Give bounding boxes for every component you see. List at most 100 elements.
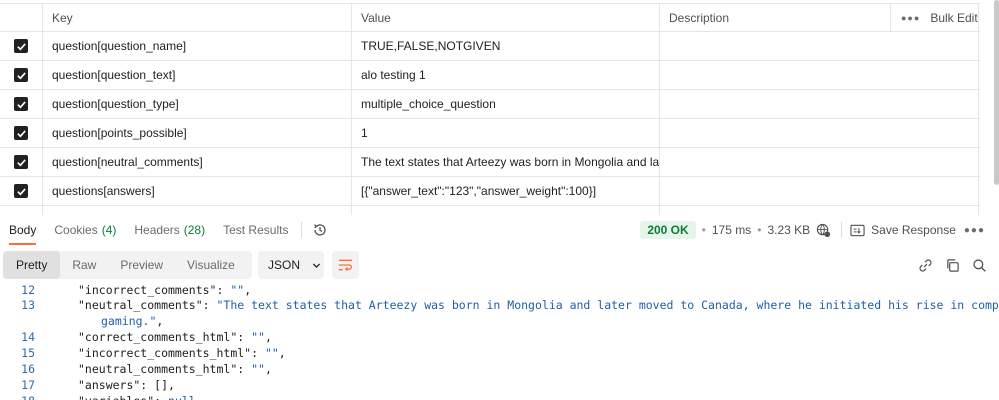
- param-row: question[question_name] TRUE,FALSE,NOTGI…: [0, 32, 980, 61]
- header-description: Description ●●● Bulk Edit: [659, 4, 979, 31]
- tab-body[interactable]: Body: [0, 215, 45, 245]
- tab-headers-count: (28): [183, 223, 206, 237]
- param-key[interactable]: question[question_name]: [42, 32, 351, 60]
- tab-headers[interactable]: Headers (28): [125, 215, 214, 245]
- code-line: 12 "incorrect_comments": "",: [0, 282, 999, 298]
- json-key: "neutral_comments":: [78, 298, 217, 312]
- checkbox-checked-icon[interactable]: [14, 68, 28, 82]
- tab-cookies-count: (4): [101, 223, 117, 237]
- language-select[interactable]: JSON: [258, 251, 324, 279]
- param-row: question[neutral_comments] The text stat…: [0, 148, 980, 177]
- param-description[interactable]: [659, 90, 979, 118]
- more-options-icon[interactable]: ●●●: [964, 225, 985, 236]
- code-text: "variables": null: [78, 394, 196, 400]
- param-row: question[question_text] alo testing 1: [0, 61, 980, 90]
- tab-cookies-label: Cookies: [54, 223, 98, 237]
- response-body-code[interactable]: 12 "incorrect_comments": "", 13 "neutral…: [0, 282, 999, 400]
- tab-cookies[interactable]: Cookies (4): [45, 215, 125, 245]
- param-description[interactable]: [659, 119, 979, 147]
- code-line: 14 "correct_comments_html": "",: [0, 329, 999, 345]
- json-punct: ,: [244, 283, 252, 297]
- format-visualize[interactable]: Visualize: [175, 251, 247, 279]
- code-line: 15 "incorrect_comments_html": "",: [0, 345, 999, 361]
- header-value: Value: [351, 4, 659, 31]
- copy-icon[interactable]: [945, 258, 960, 273]
- separator-dot: •: [757, 223, 762, 237]
- param-value[interactable]: multiple_choice_question: [351, 90, 659, 118]
- vertical-scrollbar[interactable]: [994, 0, 999, 185]
- code-line: 18 "variables": null: [0, 393, 999, 400]
- line-number: 16: [21, 362, 35, 376]
- checkbox-checked-icon[interactable]: [14, 126, 28, 140]
- response-size[interactable]: 3.23 KB: [767, 223, 810, 237]
- param-checkbox-cell: [0, 177, 42, 205]
- tab-test-results[interactable]: Test Results: [214, 215, 297, 245]
- code-text: "neutral_comments_html": "",: [78, 362, 272, 376]
- checkbox-checked-icon[interactable]: [14, 155, 28, 169]
- param-value[interactable]: alo testing 1: [351, 61, 659, 89]
- response-status-group: 200 OK • 175 ms • 3.23 KB Save Response …: [640, 215, 999, 245]
- more-horizontal-icon: ●●●: [901, 12, 921, 23]
- param-description[interactable]: [659, 148, 979, 176]
- save-response-button[interactable]: Save Response: [850, 223, 956, 237]
- format-preview[interactable]: Preview: [108, 251, 175, 279]
- checkbox-checked-icon[interactable]: [14, 39, 28, 53]
- format-pretty[interactable]: Pretty: [3, 251, 61, 279]
- bulk-edit-button[interactable]: ●●● Bulk Edit: [890, 4, 978, 31]
- format-toolbar: Pretty Raw Preview Visualize JSON: [0, 251, 999, 279]
- checkbox-checked-icon[interactable]: [14, 184, 28, 198]
- header-key: Key: [42, 4, 351, 31]
- history-icon[interactable]: [312, 222, 328, 238]
- network-globe-icon[interactable]: [816, 223, 831, 238]
- search-icon[interactable]: [972, 258, 987, 273]
- response-tabs-bar: Body Cookies (4) Headers (28) Test Results…: [0, 215, 999, 245]
- param-checkbox-cell: [0, 90, 42, 118]
- json-value: []: [154, 378, 169, 392]
- param-description[interactable]: [659, 61, 979, 89]
- param-description-empty[interactable]: [659, 206, 979, 215]
- status-badge[interactable]: 200 OK: [640, 221, 696, 239]
- link-icon[interactable]: [918, 258, 933, 273]
- param-value[interactable]: The text states that Arteezy was born in…: [351, 148, 659, 176]
- code-text: "incorrect_comments_html": "",: [78, 346, 286, 360]
- wrap-lines-icon: [338, 259, 353, 272]
- tab-headers-label: Headers: [134, 223, 180, 237]
- line-number: 14: [21, 330, 35, 344]
- json-value: "The text states that Arteezy was born i…: [216, 298, 999, 312]
- json-key: "answers":: [78, 378, 155, 392]
- param-key[interactable]: question[neutral_comments]: [42, 148, 351, 176]
- tab-body-label: Body: [9, 223, 37, 237]
- code-line: 13 "neutral_comments": "The text states …: [0, 297, 999, 313]
- checkbox-checked-icon[interactable]: [14, 97, 28, 111]
- response-time[interactable]: 175 ms: [712, 223, 751, 237]
- code-text: "neutral_comments": "The text states tha…: [78, 298, 999, 312]
- json-key: "variables":: [78, 394, 168, 400]
- code-line: 17 "answers": [],: [0, 377, 999, 393]
- separator-dot: •: [701, 223, 706, 237]
- format-raw[interactable]: Raw: [60, 251, 108, 279]
- param-key[interactable]: questions[answers]: [42, 177, 351, 205]
- param-value[interactable]: [{"answer_text":"123","answer_weight":10…: [351, 177, 659, 205]
- param-checkbox-cell: [0, 148, 42, 176]
- param-value[interactable]: 1: [351, 119, 659, 147]
- code-line-wrapped: gaming.",: [0, 313, 999, 329]
- param-key[interactable]: question[question_text]: [42, 61, 351, 89]
- param-checkbox-cell: [0, 206, 42, 215]
- tabs-divider: [301, 222, 303, 238]
- param-description[interactable]: [659, 32, 979, 60]
- param-key[interactable]: question[question_type]: [42, 90, 351, 118]
- json-value: "": [230, 283, 245, 297]
- param-value[interactable]: TRUE,FALSE,NOTGIVEN: [351, 32, 659, 60]
- save-response-label: Save Response: [871, 223, 956, 237]
- param-checkbox-cell: [0, 32, 42, 60]
- code-text: gaming.",: [101, 314, 163, 328]
- json-value: "": [264, 346, 279, 360]
- param-key-empty[interactable]: [42, 206, 351, 215]
- wrap-lines-button[interactable]: [332, 251, 359, 279]
- param-value-empty[interactable]: [351, 206, 659, 215]
- header-check-col: [0, 4, 42, 31]
- line-number: 13: [21, 298, 35, 312]
- line-number: 15: [21, 346, 35, 360]
- param-description[interactable]: [659, 177, 979, 205]
- param-key[interactable]: question[points_possible]: [42, 119, 351, 147]
